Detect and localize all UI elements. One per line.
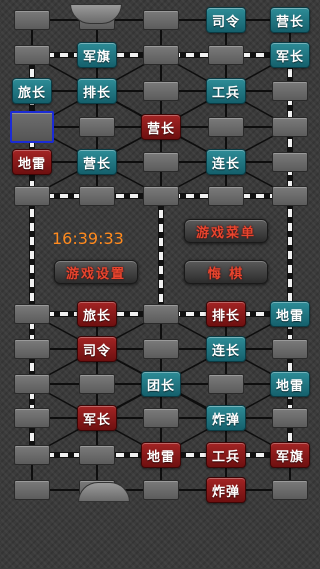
red-piece[interactable]: 地雷 — [12, 149, 52, 175]
board-slot[interactable] — [14, 304, 50, 324]
teal-piece[interactable]: 团长 — [141, 371, 181, 397]
teal-piece[interactable]: 军旗 — [77, 42, 117, 68]
board-slot[interactable] — [14, 408, 50, 428]
selected-slot[interactable] — [10, 111, 54, 143]
teal-piece[interactable]: 连长 — [206, 336, 246, 362]
game-board: 司令 营长 军旗 军长 旅长 排长 工兵 营长 地雷 营长 连长 旅长 排长 地雷 司令 连长 团长 地雷 军长 炸弹… — [0, 0, 320, 569]
board-slot[interactable] — [143, 45, 179, 65]
board-slot[interactable] — [143, 81, 179, 101]
board-slot[interactable] — [79, 186, 115, 206]
teal-piece[interactable]: 军长 — [270, 42, 310, 68]
board-slot[interactable] — [143, 152, 179, 172]
board-slot[interactable] — [208, 45, 244, 65]
red-piece[interactable]: 炸弹 — [206, 477, 246, 503]
board-slot[interactable] — [14, 374, 50, 394]
board-slot[interactable] — [272, 186, 308, 206]
teal-piece[interactable]: 司令 — [206, 7, 246, 33]
teal-piece[interactable]: 炸弹 — [206, 405, 246, 431]
red-piece[interactable]: 旅长 — [77, 301, 117, 327]
board-slot[interactable] — [272, 81, 308, 101]
red-piece[interactable]: 排长 — [206, 301, 246, 327]
red-piece[interactable]: 军长 — [77, 405, 117, 431]
teal-piece[interactable]: 连长 — [206, 149, 246, 175]
regret-button[interactable]: 悔 棋 — [184, 260, 268, 284]
red-piece[interactable]: 军旗 — [270, 442, 310, 468]
teal-piece[interactable]: 旅长 — [12, 78, 52, 104]
game-menu-button[interactable]: 游戏菜单 — [184, 219, 268, 243]
board-slot[interactable] — [143, 304, 179, 324]
board-slot[interactable] — [272, 117, 308, 137]
board-slot[interactable] — [208, 374, 244, 394]
board-slot[interactable] — [272, 408, 308, 428]
red-piece[interactable]: 营长 — [141, 114, 181, 140]
board-slot[interactable] — [143, 339, 179, 359]
teal-piece[interactable]: 地雷 — [270, 301, 310, 327]
board-slot[interactable] — [79, 117, 115, 137]
board-slot[interactable] — [143, 408, 179, 428]
red-piece[interactable]: 工兵 — [206, 442, 246, 468]
game-clock: 16:39:33 — [52, 229, 124, 248]
board-slot[interactable] — [272, 480, 308, 500]
board-slot[interactable] — [14, 480, 50, 500]
red-piece[interactable]: 地雷 — [141, 442, 181, 468]
teal-piece[interactable]: 排长 — [77, 78, 117, 104]
teal-piece[interactable]: 地雷 — [270, 371, 310, 397]
board-slot[interactable] — [143, 186, 179, 206]
teal-piece[interactable]: 工兵 — [206, 78, 246, 104]
board-slot[interactable] — [14, 10, 50, 30]
board-slot[interactable] — [272, 152, 308, 172]
board-slot[interactable] — [14, 339, 50, 359]
board-slot[interactable] — [208, 186, 244, 206]
game-settings-button[interactable]: 游戏设置 — [54, 260, 138, 284]
board-slot[interactable] — [14, 445, 50, 465]
teal-piece[interactable]: 营长 — [270, 7, 310, 33]
board-slot[interactable] — [79, 445, 115, 465]
board-slot[interactable] — [14, 186, 50, 206]
board-slot[interactable] — [208, 117, 244, 137]
board-slot[interactable] — [272, 339, 308, 359]
board-slot[interactable] — [143, 480, 179, 500]
board-slot[interactable] — [143, 10, 179, 30]
board-slot[interactable] — [79, 374, 115, 394]
teal-piece[interactable]: 营长 — [77, 149, 117, 175]
red-piece[interactable]: 司令 — [77, 336, 117, 362]
board-slot[interactable] — [14, 45, 50, 65]
